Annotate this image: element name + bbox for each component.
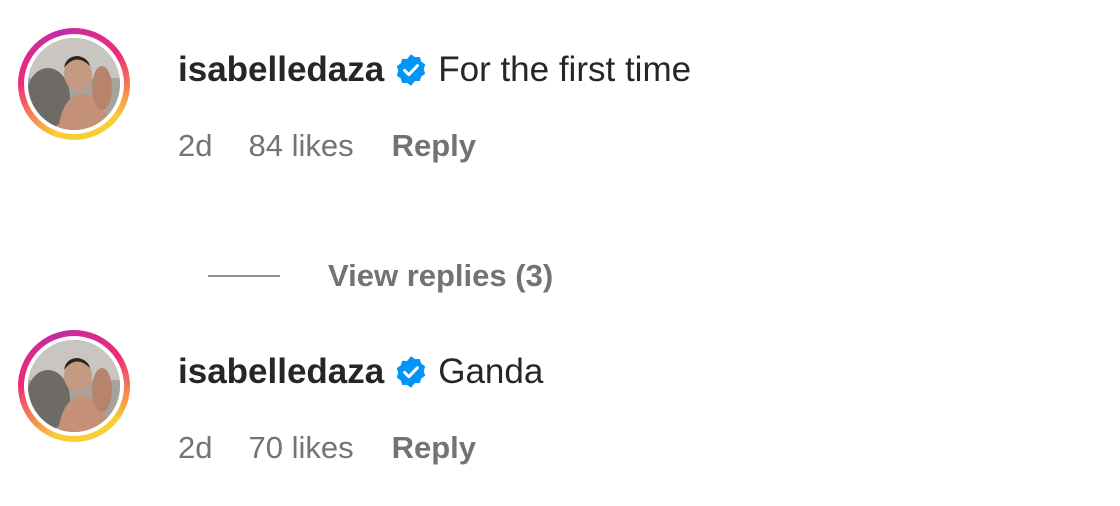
comment-text: Ganda — [438, 352, 544, 391]
verified-badge-icon — [394, 53, 428, 87]
likes-count[interactable]: 70 likes — [248, 430, 353, 466]
comment-line: isabelledaza For the first time — [178, 50, 691, 90]
avatar-photo-icon — [28, 340, 120, 432]
view-replies-label: View replies (3) — [328, 258, 554, 293]
comment-item: isabelledaza Ganda 2d 70 likes Reply — [18, 330, 1098, 465]
avatar-story-ring[interactable] — [18, 330, 130, 442]
comment-timestamp[interactable]: 2d — [178, 128, 212, 164]
comment-text: For the first time — [438, 50, 692, 89]
comment-meta: 2d 70 likes Reply — [178, 430, 476, 466]
view-replies-divider — [208, 275, 280, 277]
username-link[interactable]: isabelledaza — [178, 352, 384, 392]
reply-button[interactable]: Reply — [392, 128, 476, 164]
comment-line: isabelledaza Ganda — [178, 352, 543, 392]
username-link[interactable]: isabelledaza — [178, 50, 384, 90]
reply-button[interactable]: Reply — [392, 430, 476, 466]
avatar-border — [24, 34, 124, 134]
view-replies-button[interactable]: View replies (3) — [208, 258, 553, 294]
comment-item: isabelledaza For the first time 2d 84 li… — [18, 28, 1098, 293]
avatar[interactable] — [28, 340, 120, 432]
verified-badge-icon — [394, 355, 428, 389]
comment-meta: 2d 84 likes Reply — [178, 128, 476, 164]
avatar-story-ring[interactable] — [18, 28, 130, 140]
avatar[interactable] — [28, 38, 120, 130]
avatar-border — [24, 336, 124, 436]
avatar-photo-icon — [28, 38, 120, 130]
likes-count[interactable]: 84 likes — [248, 128, 353, 164]
comment-timestamp[interactable]: 2d — [178, 430, 212, 466]
